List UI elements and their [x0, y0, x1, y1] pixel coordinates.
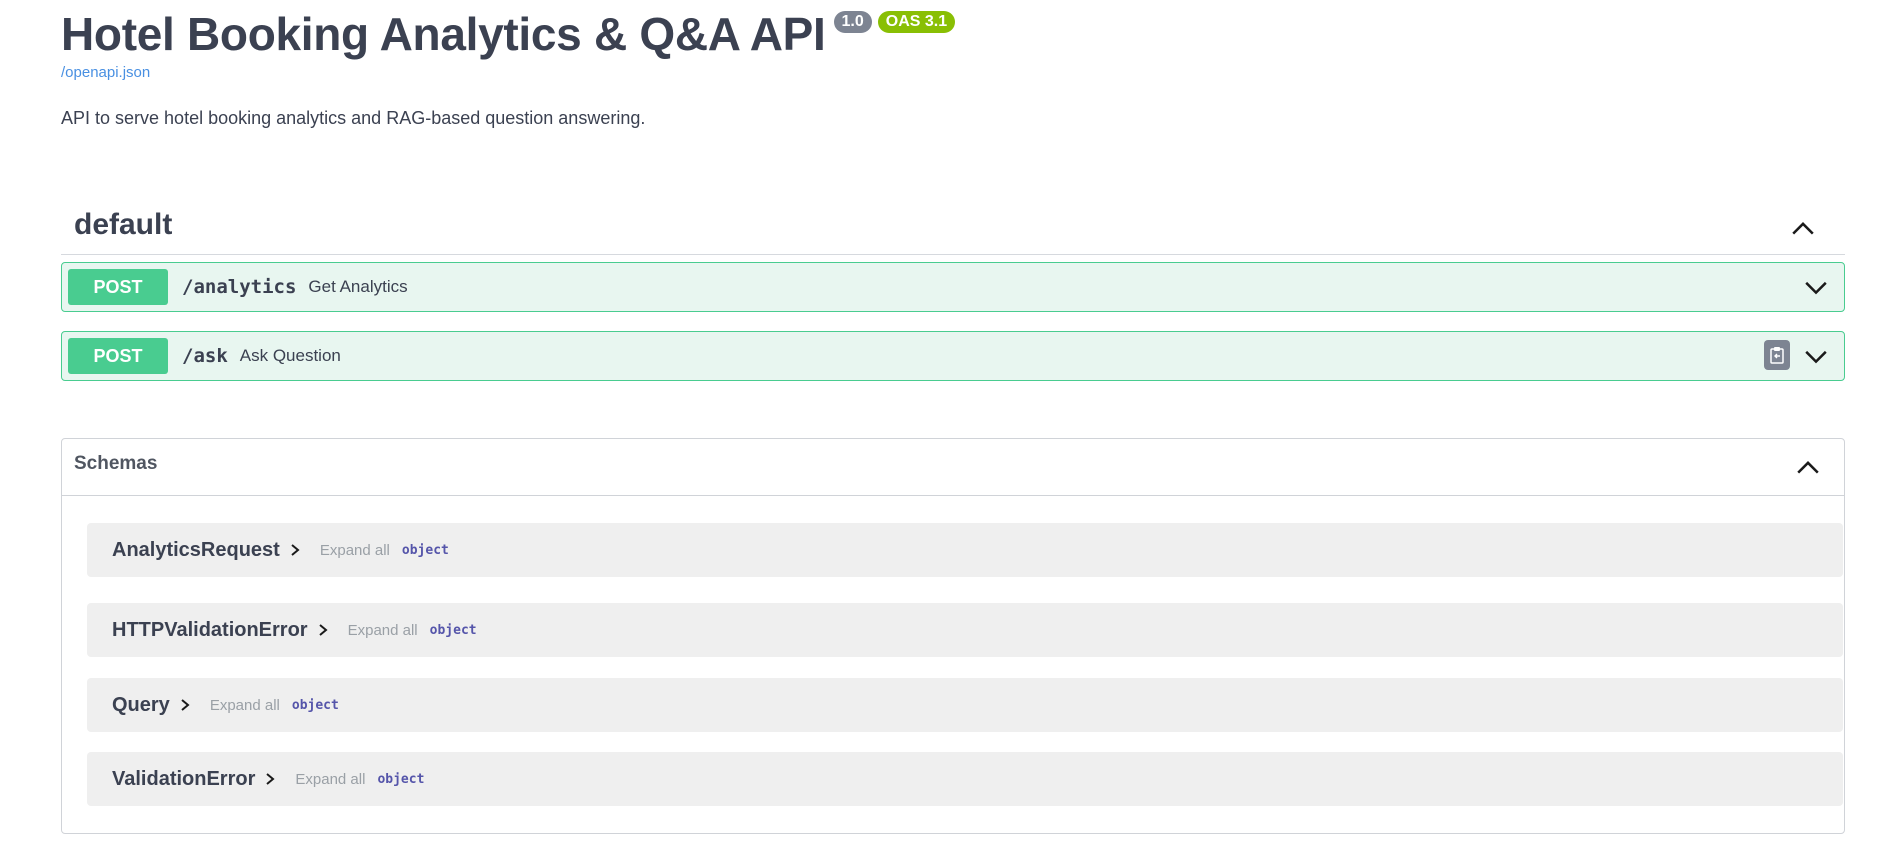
- tag-section-header[interactable]: default: [61, 200, 1845, 255]
- expand-all-button[interactable]: Expand all: [295, 771, 365, 788]
- chevron-down-icon[interactable]: [1802, 273, 1830, 301]
- schema-row-analyticsrequest[interactable]: AnalyticsRequest Expand all object: [87, 523, 1843, 577]
- schema-type: object: [377, 771, 425, 787]
- oas-version-badge: OAS 3.1: [877, 11, 956, 33]
- schema-name[interactable]: ValidationError: [112, 768, 255, 791]
- expand-all-button[interactable]: Expand all: [348, 622, 418, 639]
- schema-row-query[interactable]: Query Expand all object: [87, 678, 1843, 732]
- expand-all-button[interactable]: Expand all: [320, 542, 390, 559]
- schema-name[interactable]: AnalyticsRequest: [112, 539, 280, 562]
- schema-type: object: [429, 622, 477, 638]
- chevron-up-icon[interactable]: [1789, 214, 1817, 242]
- operation-summary: Get Analytics: [308, 277, 408, 296]
- schema-type: object: [291, 697, 339, 713]
- method-badge: POST: [68, 338, 168, 374]
- schema-row-validationerror[interactable]: ValidationError Expand all object: [87, 752, 1843, 806]
- method-badge: POST: [68, 269, 168, 305]
- tag-name: default: [74, 208, 173, 241]
- schema-type: object: [401, 542, 449, 558]
- chevron-right-icon[interactable]: [288, 543, 302, 557]
- openapi-spec-link[interactable]: /openapi.json: [61, 64, 150, 81]
- expand-all-button[interactable]: Expand all: [210, 697, 280, 714]
- clipboard-icon: [1770, 347, 1784, 364]
- operation-post-ask[interactable]: POST /ask Ask Question: [61, 331, 1845, 381]
- version-badge: 1.0: [833, 11, 872, 33]
- schemas-title: Schemas: [74, 453, 158, 474]
- operation-summary: Ask Question: [239, 346, 341, 365]
- chevron-right-icon[interactable]: [263, 772, 277, 786]
- copy-to-clipboard-button[interactable]: [1764, 340, 1790, 370]
- schemas-header[interactable]: Schemas: [62, 439, 1844, 496]
- chevron-down-icon[interactable]: [1802, 342, 1830, 370]
- swagger-ui-page: Hotel Booking Analytics & Q&A API 1.0 OA…: [0, 0, 1890, 854]
- operation-post-analytics[interactable]: POST /analytics Get Analytics: [61, 262, 1845, 312]
- schema-row-httpvalidationerror[interactable]: HTTPValidationError Expand all object: [87, 603, 1843, 657]
- api-description: API to serve hotel booking analytics and…: [61, 108, 646, 128]
- chevron-up-icon[interactable]: [1794, 453, 1822, 481]
- operation-path: /analytics: [182, 276, 297, 298]
- chevron-right-icon[interactable]: [178, 698, 192, 712]
- chevron-right-icon[interactable]: [316, 623, 330, 637]
- schema-name[interactable]: HTTPValidationError: [112, 619, 308, 642]
- operation-path: /ask: [182, 345, 228, 367]
- page-title: Hotel Booking Analytics & Q&A API: [61, 8, 826, 60]
- schema-name[interactable]: Query: [112, 694, 170, 717]
- schemas-section: Schemas AnalyticsRequest Expand all obje…: [61, 438, 1845, 834]
- api-info-header: Hotel Booking Analytics & Q&A API 1.0 OA…: [61, 8, 956, 60]
